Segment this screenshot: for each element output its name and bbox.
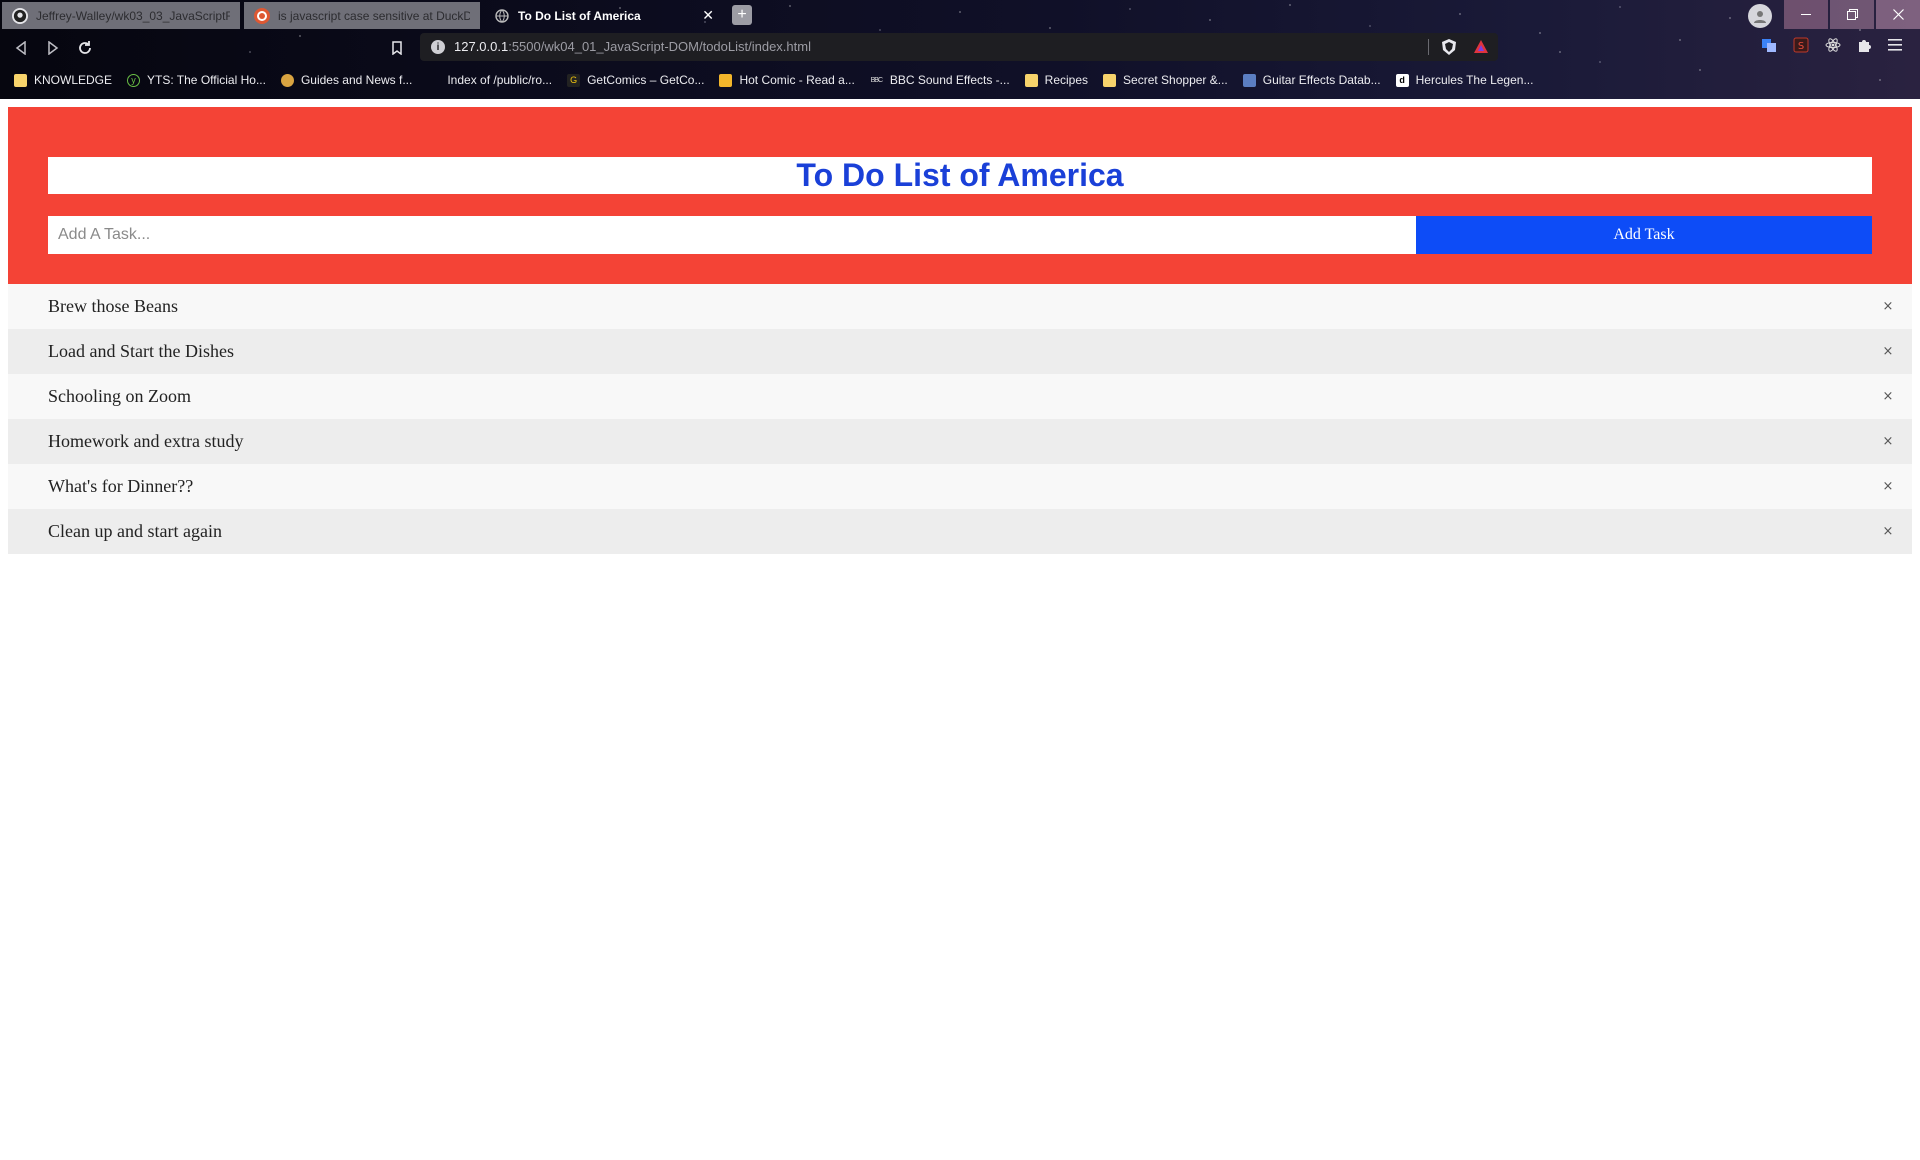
address-divider <box>1428 39 1429 55</box>
bookmark-label: BBC Sound Effects -... <box>889 73 1010 87</box>
dailymotion-icon: d <box>1395 73 1409 87</box>
menu-icon[interactable] <box>1886 36 1904 54</box>
list-item[interactable]: Load and Start the Dishes × <box>8 329 1912 374</box>
bookmark-getcomics[interactable]: G GetComics – GetCo... <box>567 73 704 87</box>
getcomics-icon: G <box>567 73 581 87</box>
bookmark-label: Guides and News f... <box>300 73 413 87</box>
task-input[interactable] <box>48 216 1416 254</box>
bookmark-label: Hot Comic - Read a... <box>739 73 855 87</box>
remove-task-icon[interactable]: × <box>1876 374 1900 419</box>
task-text: What's for Dinner?? <box>48 476 194 496</box>
bookmarks-bar: KNOWLEDGE y YTS: The Official Ho... Guid… <box>0 67 1920 93</box>
task-text: Schooling on Zoom <box>48 386 191 406</box>
translate-extension-icon[interactable] <box>1760 36 1778 54</box>
add-task-button[interactable]: Add Task <box>1416 216 1872 254</box>
folder-icon <box>1024 73 1038 87</box>
guides-icon <box>280 73 294 87</box>
guitar-effects-icon <box>1242 73 1256 87</box>
bookmark-label: YTS: The Official Ho... <box>147 73 266 87</box>
remove-task-icon[interactable]: × <box>1876 329 1900 374</box>
bookmark-label: GetComics – GetCo... <box>587 73 705 87</box>
bookmark-hercules[interactable]: d Hercules The Legen... <box>1395 73 1534 87</box>
bbc-icon: BBC <box>870 76 883 84</box>
task-text: Brew those Beans <box>48 296 178 316</box>
window-restore-button[interactable] <box>1830 0 1874 29</box>
page-title: To Do List of America <box>796 157 1124 193</box>
tab-github[interactable]: Jeffrey-Walley/wk03_03_JavaScriptFun <box>2 2 240 29</box>
task-text: Clean up and start again <box>48 521 222 541</box>
list-item[interactable]: What's for Dinner?? × <box>8 464 1912 509</box>
folder-icon <box>14 73 27 87</box>
brave-shields-icon[interactable] <box>1440 38 1458 56</box>
site-info-icon[interactable]: i <box>431 40 445 54</box>
todo-header: To Do List of America Add Task <box>8 107 1912 284</box>
profile-avatar-icon[interactable] <box>1748 4 1772 28</box>
address-bar[interactable]: i 127.0.0.1:5500/wk04_01_JavaScript-DOM/… <box>420 33 1498 61</box>
yts-icon: y <box>127 73 141 87</box>
back-icon[interactable] <box>10 37 32 59</box>
todo-app: To Do List of America Add Task Brew thos… <box>8 107 1912 554</box>
browser-chrome: Jeffrey-Walley/wk03_03_JavaScriptFun is … <box>0 0 1920 99</box>
bookmark-label: Recipes <box>1044 73 1089 87</box>
list-item[interactable]: Homework and extra study × <box>8 419 1912 464</box>
extensions-puzzle-icon[interactable] <box>1856 36 1874 54</box>
new-tab-button[interactable]: + <box>732 5 752 25</box>
extension-s-icon[interactable]: S <box>1792 36 1810 54</box>
reload-icon[interactable] <box>74 37 96 59</box>
remove-task-icon[interactable]: × <box>1876 419 1900 464</box>
brave-rewards-icon[interactable] <box>1472 38 1490 56</box>
bookmark-secret-shopper[interactable]: Secret Shopper &... <box>1103 73 1228 87</box>
tab-close-icon[interactable]: ✕ <box>702 7 714 24</box>
remove-task-icon[interactable]: × <box>1876 464 1900 509</box>
remove-task-icon[interactable]: × <box>1876 284 1900 329</box>
bookmark-yts[interactable]: y YTS: The Official Ho... <box>127 73 266 87</box>
bookmark-hotcomic[interactable]: Hot Comic - Read a... <box>719 73 855 87</box>
bookmark-label: Guitar Effects Datab... <box>1262 73 1381 87</box>
page-viewport: To Do List of America Add Task Brew thos… <box>0 99 1920 1160</box>
tab-title: is javascript case sensitive at DuckDuc <box>278 8 470 23</box>
browser-toolbar: i 127.0.0.1:5500/wk04_01_JavaScript-DOM/… <box>0 29 1920 65</box>
tab-title: To Do List of America <box>518 8 641 23</box>
remove-task-icon[interactable]: × <box>1876 509 1900 554</box>
github-icon <box>12 7 28 24</box>
address-url: 127.0.0.1:5500/wk04_01_JavaScript-DOM/to… <box>454 39 811 54</box>
task-list: Brew those Beans × Load and Start the Di… <box>8 284 1912 554</box>
tab-todo-list[interactable]: To Do List of America ✕ <box>484 2 724 29</box>
window-close-button[interactable] <box>1876 0 1920 29</box>
bookmark-recipes[interactable]: Recipes <box>1024 73 1089 87</box>
list-item[interactable]: Brew those Beans × <box>8 284 1912 329</box>
hotcomic-icon <box>719 73 733 87</box>
list-item[interactable]: Schooling on Zoom × <box>8 374 1912 419</box>
tab-strip: Jeffrey-Walley/wk03_03_JavaScriptFun is … <box>0 0 1920 29</box>
bookmark-label: Index of /public/ro... <box>447 73 553 87</box>
address-host: 127.0.0.1 <box>454 39 509 54</box>
address-path: :5500/wk04_01_JavaScript-DOM/todoList/in… <box>508 39 811 54</box>
window-minimize-button[interactable] <box>1784 0 1828 29</box>
duckduckgo-icon <box>254 7 270 24</box>
task-text: Load and Start the Dishes <box>48 341 234 361</box>
bookmark-guitar-effects[interactable]: Guitar Effects Datab... <box>1242 73 1381 87</box>
add-task-form: Add Task <box>48 216 1872 254</box>
folder-icon <box>1103 73 1117 87</box>
tab-duckduckgo[interactable]: is javascript case sensitive at DuckDuc <box>244 2 480 29</box>
list-item[interactable]: Clean up and start again × <box>8 509 1912 554</box>
forward-icon[interactable] <box>42 37 64 59</box>
task-text: Homework and extra study <box>48 431 244 451</box>
bookmark-guides[interactable]: Guides and News f... <box>280 73 413 87</box>
blank-page-icon <box>427 74 440 87</box>
bookmark-index-public[interactable]: Index of /public/ro... <box>427 73 552 87</box>
title-bar: To Do List of America <box>48 157 1872 194</box>
tab-title: Jeffrey-Walley/wk03_03_JavaScriptFun <box>36 8 230 23</box>
bookmark-label: Secret Shopper &... <box>1123 73 1228 87</box>
bookmark-label: KNOWLEDGE <box>34 73 113 87</box>
bookmark-label: Hercules The Legen... <box>1415 73 1534 87</box>
bookmark-icon[interactable] <box>386 37 408 59</box>
svg-text:S: S <box>1798 41 1804 52</box>
globe-icon <box>494 8 510 24</box>
bookmark-bbc-sound-effects[interactable]: BBC BBC Sound Effects -... <box>870 73 1010 87</box>
bookmark-knowledge[interactable]: KNOWLEDGE <box>14 73 112 87</box>
react-devtools-icon[interactable] <box>1824 36 1842 54</box>
